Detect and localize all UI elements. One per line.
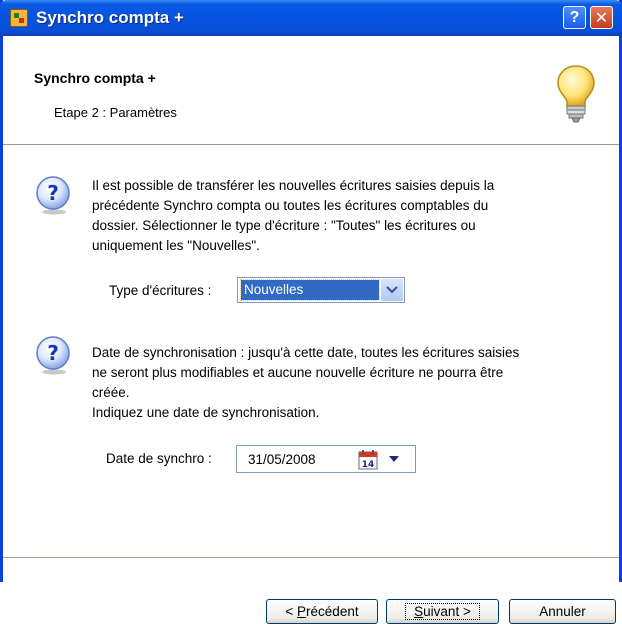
section2-line: créée. bbox=[92, 385, 130, 400]
previous-accelerator: P bbox=[297, 604, 307, 619]
close-button[interactable]: ✕ bbox=[590, 6, 613, 29]
wizard-footer bbox=[3, 558, 619, 582]
calendar-day: 14 bbox=[362, 460, 375, 470]
chevron-down-icon[interactable] bbox=[388, 454, 400, 464]
section1-line: uniquement les "Nouvelles". bbox=[92, 238, 260, 253]
section2-text: Date de synchronisation : jusqu'à cette … bbox=[92, 343, 519, 423]
previous-label-rest: récédent bbox=[306, 604, 359, 619]
app-icon bbox=[10, 9, 28, 27]
footer-separator bbox=[3, 557, 619, 558]
chevron-down-icon[interactable] bbox=[381, 279, 403, 301]
date-synchro-value[interactable]: 31/05/2008 bbox=[248, 452, 316, 467]
type-ecritures-select[interactable]: Nouvelles bbox=[237, 277, 405, 303]
previous-label-prefix: < bbox=[285, 604, 298, 619]
section1-line: précédente Synchro compta ou toutes les … bbox=[92, 198, 489, 213]
wizard-body: ? Il est possible de transférer les nouv… bbox=[3, 145, 619, 579]
next-button[interactable]: Suivant > bbox=[386, 599, 499, 624]
next-accelerator: S bbox=[414, 604, 424, 619]
header-title: Synchro compta + bbox=[34, 70, 156, 86]
wizard-window: Synchro compta + ? ✕ Synchro compta + Et… bbox=[0, 0, 622, 624]
title-bar[interactable]: Synchro compta + ? ✕ bbox=[0, 0, 622, 36]
section1-text: Il est possible de transférer les nouvel… bbox=[92, 176, 494, 256]
section1-line: Il est possible de transférer les nouvel… bbox=[92, 178, 495, 193]
section2-line: Indiquez une date de synchronisation. bbox=[92, 405, 320, 420]
next-label-rest: uivant > bbox=[423, 604, 471, 619]
next-focus-rect: Suivant > bbox=[405, 603, 480, 620]
date-synchro-label: Date de synchro : bbox=[106, 451, 212, 466]
type-ecritures-label: Type d'écritures : bbox=[109, 283, 212, 298]
svg-text:?: ? bbox=[47, 341, 59, 365]
wizard-header: Synchro compta + Etape 2 : Paramètres bbox=[3, 36, 619, 145]
svg-text:?: ? bbox=[47, 181, 59, 205]
previous-button[interactable]: < Précédent bbox=[266, 599, 378, 624]
cancel-button[interactable]: Annuler bbox=[509, 599, 616, 624]
header-subtitle: Etape 2 : Paramètres bbox=[54, 105, 177, 120]
section2-line: Date de synchronisation : jusqu'à cette … bbox=[92, 345, 520, 360]
calendar-icon[interactable]: 14 bbox=[358, 450, 378, 470]
question-icon: ? bbox=[36, 176, 70, 215]
section1-line: dossier. Sélectionner le type d'écriture… bbox=[92, 218, 476, 233]
section2-line: ne seront plus modifiables et aucune nou… bbox=[92, 365, 504, 380]
date-synchro-picker[interactable]: 31/05/2008 14 bbox=[236, 445, 416, 473]
window-title: Synchro compta + bbox=[36, 8, 184, 27]
help-button[interactable]: ? bbox=[563, 6, 586, 29]
type-ecritures-value: Nouvelles bbox=[240, 279, 380, 301]
lightbulb-icon bbox=[557, 65, 595, 123]
question-icon: ? bbox=[36, 336, 70, 375]
